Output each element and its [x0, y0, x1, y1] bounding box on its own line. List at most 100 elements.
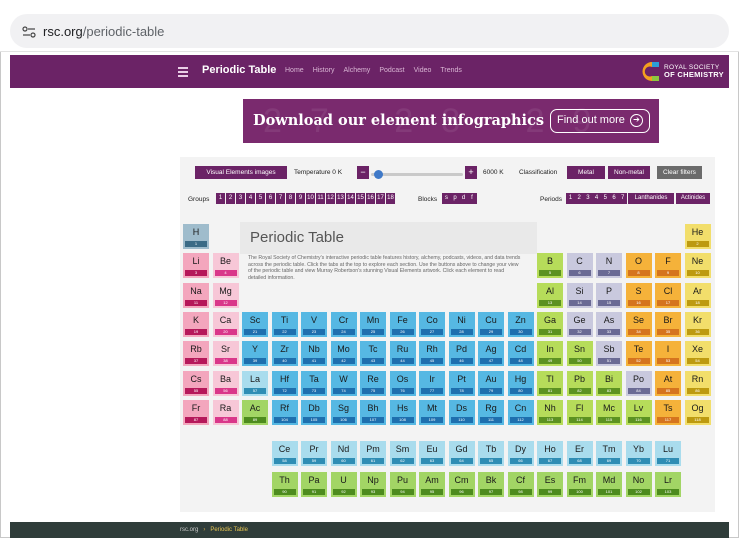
element-ni[interactable]: Ni 28: [448, 311, 475, 337]
clear-filters-button[interactable]: Clear filters: [657, 166, 702, 179]
element-md[interactable]: Md 101: [596, 472, 622, 497]
element-se[interactable]: Se 34: [625, 311, 652, 337]
element-fe[interactable]: Fe 26: [389, 311, 416, 337]
group-14-button[interactable]: 14: [346, 193, 355, 204]
element-i[interactable]: I 53: [655, 341, 681, 367]
element-re[interactable]: Re 75: [360, 370, 386, 396]
group-6-button[interactable]: 6: [266, 193, 275, 204]
element-v[interactable]: V 23: [301, 311, 327, 337]
element-hf[interactable]: Hf 72: [271, 370, 298, 396]
group-7-button[interactable]: 7: [276, 193, 285, 204]
temperature-increase-button[interactable]: +: [465, 166, 477, 179]
element-sg[interactable]: Sg 106: [330, 399, 357, 425]
element-ts[interactable]: Ts 117: [655, 399, 681, 425]
element-am[interactable]: Am 95: [419, 472, 445, 497]
element-pb[interactable]: Pb 82: [566, 370, 593, 396]
element-hs[interactable]: Hs 108: [389, 399, 416, 425]
element-ti[interactable]: Ti 22: [271, 311, 298, 337]
site-settings-icon[interactable]: [22, 26, 36, 38]
nav-link-video[interactable]: Video: [414, 67, 432, 74]
element-ds[interactable]: Ds 110: [448, 399, 475, 425]
element-he[interactable]: He 2: [684, 224, 711, 249]
element-pm[interactable]: Pm 61: [360, 441, 386, 466]
element-bk[interactable]: Bk 97: [478, 472, 504, 497]
element-bi[interactable]: Bi 83: [596, 370, 622, 396]
nav-link-podcast[interactable]: Podcast: [379, 67, 404, 74]
element-cm[interactable]: Cm 96: [448, 472, 475, 497]
element-na[interactable]: Na 11: [183, 282, 209, 308]
element-es[interactable]: Es 99: [537, 472, 563, 497]
element-yb[interactable]: Yb 70: [625, 441, 652, 466]
element-rb[interactable]: Rb 37: [183, 341, 209, 367]
element-b[interactable]: B5: [537, 253, 563, 279]
element-cl[interactable]: Cl 17: [655, 282, 681, 308]
element-sr[interactable]: Sr 38: [212, 341, 239, 367]
element-er[interactable]: Er 68: [566, 441, 593, 466]
url-text[interactable]: rsc.org/periodic-table: [43, 24, 164, 39]
element-ho[interactable]: Ho 67: [537, 441, 563, 466]
element-db[interactable]: Db 105: [301, 399, 327, 425]
element-cf[interactable]: Cf 98: [507, 472, 534, 497]
element-fl[interactable]: Fl 114: [566, 399, 593, 425]
element-lr[interactable]: Lr 103: [655, 472, 681, 497]
group-16-button[interactable]: 16: [366, 193, 375, 204]
group-8-button[interactable]: 8: [286, 193, 295, 204]
element-w[interactable]: W 74: [330, 370, 357, 396]
element-mo[interactable]: Mo 42: [330, 341, 357, 367]
element-nd[interactable]: Nd 60: [330, 441, 357, 466]
group-12-button[interactable]: 12: [326, 193, 335, 204]
element-si[interactable]: Si 14: [566, 282, 593, 308]
element-pa[interactable]: Pa 91: [301, 472, 327, 497]
element-ac[interactable]: Ac 89: [242, 399, 268, 425]
element-cu[interactable]: Cu 29: [478, 311, 504, 337]
element-co[interactable]: Co 27: [419, 311, 445, 337]
element-n[interactable]: N7: [596, 253, 622, 279]
element-rh[interactable]: Rh 45: [419, 341, 445, 367]
group-15-button[interactable]: 15: [356, 193, 365, 204]
element-ar[interactable]: Ar 18: [684, 282, 711, 308]
nav-link-alchemy[interactable]: Alchemy: [343, 67, 370, 74]
element-pt[interactable]: Pt 78: [448, 370, 475, 396]
element-no[interactable]: No 102: [625, 472, 652, 497]
element-o[interactable]: O8: [625, 253, 652, 279]
period-6-button[interactable]: 6: [609, 193, 619, 204]
block-f-button[interactable]: f: [467, 193, 477, 204]
element-rf[interactable]: Rf 104: [271, 399, 298, 425]
element-rn[interactable]: Rn 86: [684, 370, 711, 396]
group-11-button[interactable]: 11: [316, 193, 325, 204]
nav-link-trends[interactable]: Trends: [440, 67, 462, 74]
element-nh[interactable]: Nh 113: [537, 399, 563, 425]
group-4-button[interactable]: 4: [246, 193, 255, 204]
element-li[interactable]: Li 3: [183, 253, 209, 279]
element-al[interactable]: Al 13: [537, 282, 563, 308]
element-dy[interactable]: Dy 66: [507, 441, 534, 466]
element-ag[interactable]: Ag 47: [478, 341, 504, 367]
element-f[interactable]: F9: [655, 253, 681, 279]
breadcrumb-home[interactable]: rsc.org: [180, 527, 198, 533]
period-7-button[interactable]: 7: [618, 193, 628, 204]
element-cn[interactable]: Cn 112: [507, 399, 534, 425]
element-mt[interactable]: Mt 109: [419, 399, 445, 425]
temperature-slider[interactable]: [371, 173, 463, 176]
element-eu[interactable]: Eu 63: [419, 441, 445, 466]
visual-elements-button[interactable]: Visual Elements images: [195, 166, 287, 179]
element-ir[interactable]: Ir 77: [419, 370, 445, 396]
element-as[interactable]: As 33: [596, 311, 622, 337]
element-lv[interactable]: Lv 116: [625, 399, 652, 425]
find-out-more-button[interactable]: Find out more ➔: [550, 109, 650, 133]
element-kr[interactable]: Kr 36: [684, 311, 711, 337]
element-br[interactable]: Br 35: [655, 311, 681, 337]
element-zr[interactable]: Zr 40: [271, 341, 298, 367]
element-sb[interactable]: Sb 51: [596, 341, 622, 367]
temperature-decrease-button[interactable]: −: [357, 166, 369, 179]
element-pr[interactable]: Pr 59: [301, 441, 327, 466]
element-ru[interactable]: Ru 44: [389, 341, 416, 367]
element-pu[interactable]: Pu 94: [389, 472, 416, 497]
group-3-button[interactable]: 3: [236, 193, 245, 204]
element-mc[interactable]: Mc 115: [596, 399, 622, 425]
element-ra[interactable]: Ra 88: [212, 399, 239, 425]
element-ta[interactable]: Ta 73: [301, 370, 327, 396]
period-4-button[interactable]: 4: [592, 193, 602, 204]
element-ga[interactable]: Ga 31: [537, 311, 563, 337]
element-os[interactable]: Os 76: [389, 370, 416, 396]
